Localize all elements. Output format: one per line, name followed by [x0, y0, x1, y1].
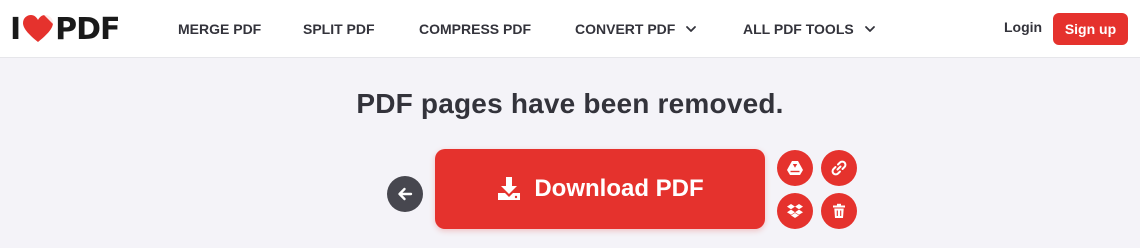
chevron-down-icon	[864, 26, 875, 32]
signup-button[interactable]: Sign up	[1053, 13, 1128, 45]
nav-all-pdf-tools[interactable]: ALL PDF TOOLS	[743, 19, 876, 39]
google-drive-icon	[787, 161, 803, 175]
nav-split-pdf[interactable]: SPLIT PDF	[303, 19, 375, 39]
save-to-google-drive-button[interactable]	[777, 150, 813, 186]
login-link[interactable]: Login	[1004, 19, 1042, 39]
copy-link-button[interactable]	[821, 150, 857, 186]
chevron-down-icon	[686, 26, 697, 32]
logo-right-text: PDF	[55, 11, 120, 47]
logo-left-text: I	[10, 11, 21, 47]
download-label: Download PDF	[534, 175, 704, 202]
delete-button[interactable]	[821, 193, 857, 229]
nav-label: SPLIT PDF	[303, 21, 375, 37]
nav-label: CONVERT PDF	[575, 21, 676, 37]
nav-label: MERGE PDF	[178, 21, 262, 37]
arrow-left-icon	[398, 187, 413, 201]
trash-icon	[833, 203, 845, 218]
top-header: I PDF MERGE PDF SPLIT PDF COMPRESS PDF C…	[0, 0, 1140, 58]
save-to-dropbox-button[interactable]	[777, 193, 813, 229]
nav-merge-pdf[interactable]: MERGE PDF	[178, 19, 261, 39]
heart-icon	[23, 15, 54, 42]
nav-label: ALL PDF TOOLS	[743, 21, 854, 37]
ilovepdf-logo[interactable]: I PDF	[10, 11, 121, 47]
download-icon	[498, 177, 521, 200]
back-button[interactable]	[387, 176, 423, 212]
page-title: PDF pages have been removed.	[356, 88, 784, 119]
nav-label: COMPRESS PDF	[419, 21, 532, 37]
nav-compress-pdf[interactable]: COMPRESS PDF	[419, 19, 531, 39]
dropbox-icon	[787, 204, 803, 218]
nav-convert-pdf[interactable]: CONVERT PDF	[575, 19, 697, 39]
download-pdf-button[interactable]: Download PDF	[435, 149, 765, 229]
link-icon	[831, 160, 847, 176]
